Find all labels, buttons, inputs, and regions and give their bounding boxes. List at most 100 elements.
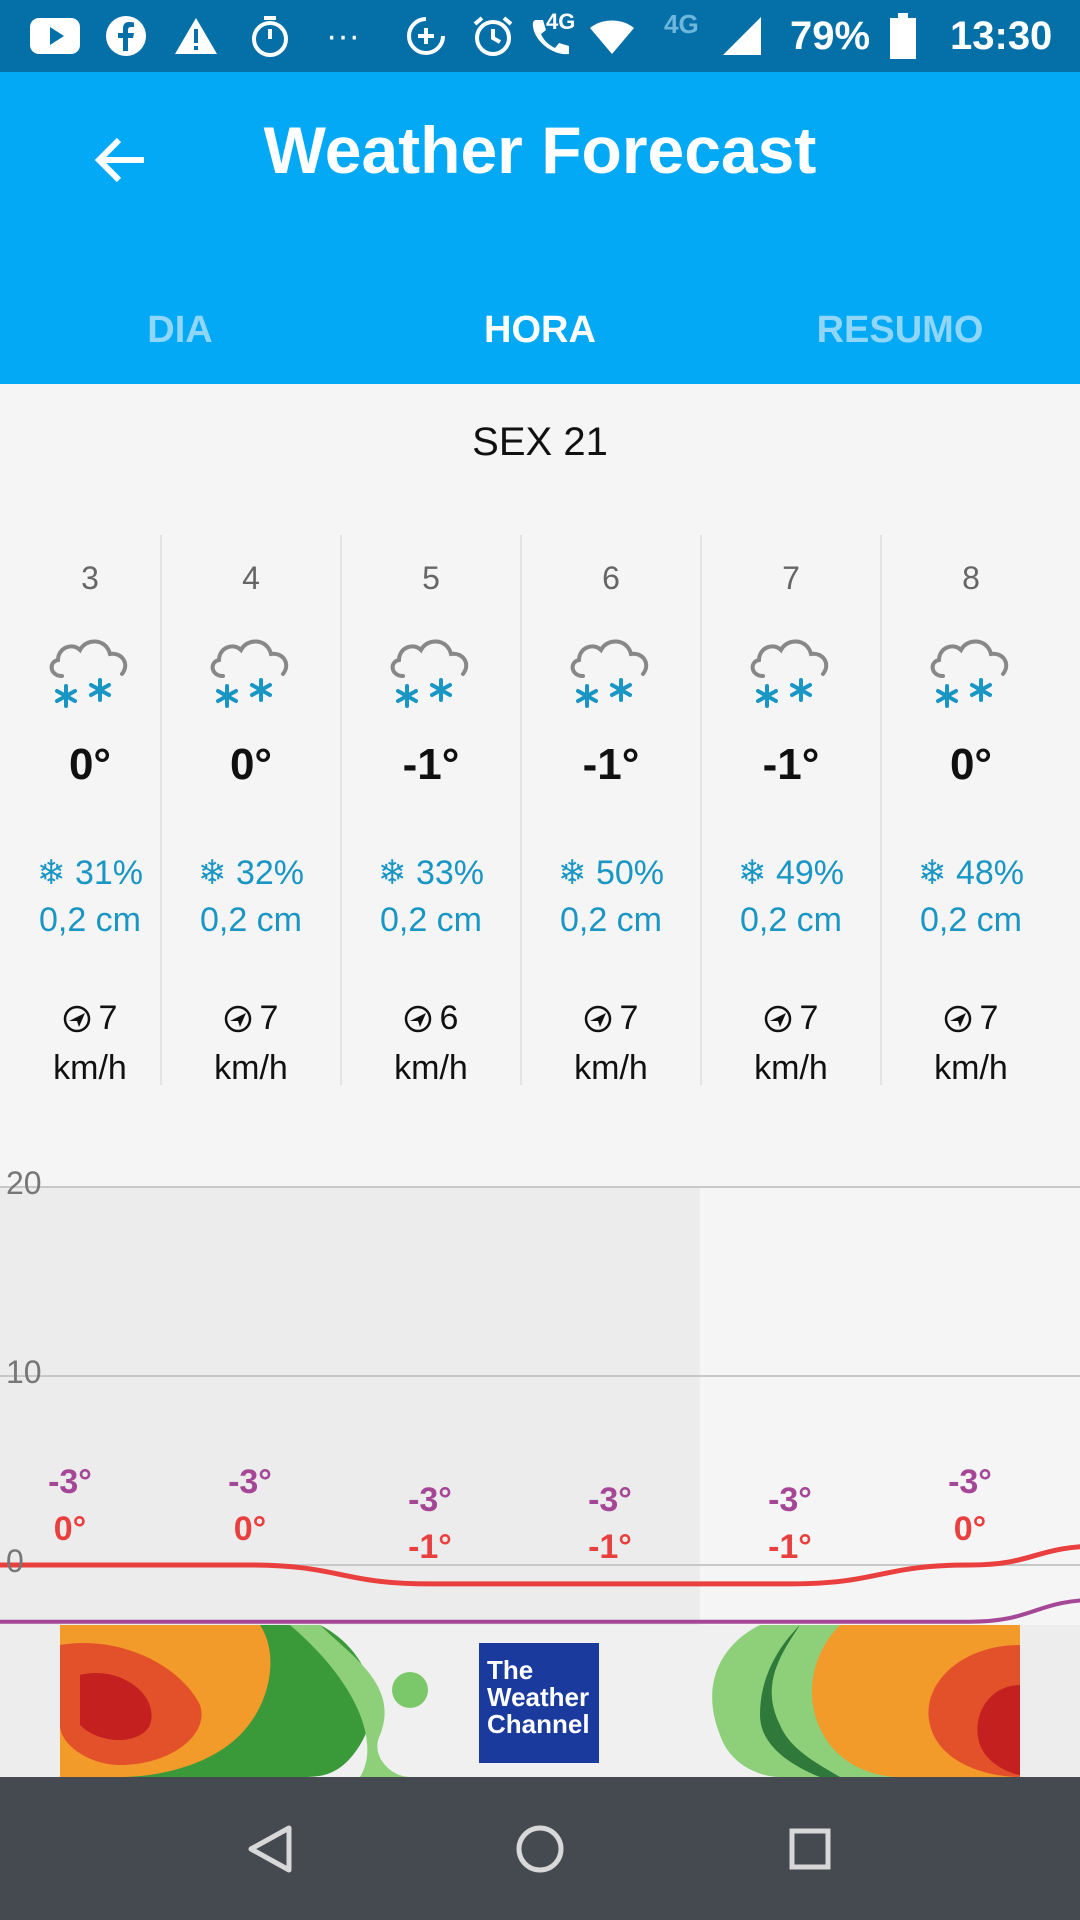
wind-unit: km/h [574,1049,648,1087]
triangle-back-icon [248,1825,292,1873]
status-bar: ··· 4G 4G 79% 13:30 [0,0,1080,72]
feels-like-label: -3° [408,1481,452,1519]
hour-label: 3 [81,560,99,596]
snow-cloud-icon [570,639,649,708]
snowflake-icon: ❄ [198,854,236,892]
circle-home-icon [516,1825,564,1873]
wind-speed: 7 [702,999,880,1038]
tab-dia[interactable]: DIA [0,282,360,378]
hour-column[interactable]: 5 -1° ❄ 33% 0,2 cm 6 km/h [340,535,520,1087]
stopwatch-icon [248,0,292,72]
alarm-icon [470,0,516,72]
y-tick-label: 20 [6,1165,42,1201]
snow-chance: ❄ 48% [918,854,1024,892]
more-notifications: ··· [326,17,360,55]
facebook-icon [104,0,148,72]
snow-amount: 0,2 cm [199,901,303,939]
wind-direction-icon [63,1005,90,1033]
tab-hora[interactable]: HORA [360,282,720,378]
wind-speed: 7 [0,999,180,1038]
wind-unit: km/h [214,1049,288,1087]
hour-column[interactable]: 7 -1° ❄ 49% 0,2 cm 7 km/h [700,535,880,1087]
snowflake-icon: ❄ [558,854,596,892]
temperature-label: 0° [953,1510,987,1548]
feels-like-label: -3° [48,1463,92,1501]
feels-like-label: -3° [588,1481,632,1519]
hourly-list[interactable]: 3 0° ❄ 31% 0,2 cm 7 km/h 4 0° ❄ 32% 0,2 … [0,535,1080,1095]
hour-label: 7 [782,560,800,596]
wind-speed: 7 [162,999,340,1038]
snow-chance: ❄ 50% [558,854,664,892]
temperature: -1° [402,740,460,789]
snow-chance: ❄ 49% [738,854,844,892]
hour-column[interactable]: 3 0° ❄ 31% 0,2 cm 7 km/h [0,535,180,1087]
wind-speed: 7 [882,999,1060,1038]
volte-label: 4G [546,9,576,34]
temperature: 0° [229,740,273,789]
nav-back-button[interactable] [230,1809,310,1889]
snow-amount: 0,2 cm [38,901,142,939]
temperature: 0° [68,740,112,789]
snow-amount: 0,2 cm [919,901,1023,939]
hour-label: 4 [242,560,260,596]
wind-speed: 7 [522,999,700,1038]
page-title: Weather Forecast [263,113,817,187]
hour-column[interactable]: 8 0° ❄ 48% 0,2 cm 7 km/h [880,535,1060,1087]
youtube-icon [28,0,82,72]
feels-like-label: -3° [768,1481,812,1519]
wifi-icon [588,0,636,72]
hour-label: 8 [962,560,980,596]
snow-amount: 0,2 cm [559,901,663,939]
weather-channel-logo[interactable]: The Weather Channel [479,1643,599,1763]
nav-home-button[interactable] [500,1809,580,1889]
snowflake-icon: ❄ [378,854,416,892]
wind-unit: km/h [754,1049,828,1087]
battery-icon [888,0,918,72]
temperature-label: -1° [768,1528,812,1566]
snow-cloud-icon [210,639,289,708]
feels-like-label: -3° [948,1463,992,1501]
ad-banner[interactable]: The Weather Channel [0,1625,1080,1777]
hour-column[interactable]: 6 -1° ❄ 50% 0,2 cm 7 km/h [520,535,700,1087]
temperature-label: -1° [408,1528,452,1566]
snow-chance: ❄ 32% [198,854,304,892]
navigation-bar [0,1777,1080,1920]
hour-column[interactable]: 4 0° ❄ 32% 0,2 cm 7 km/h [160,535,340,1087]
snow-amount: 0,2 cm [379,901,483,939]
wind-direction-icon [584,1005,611,1033]
snowflake-icon: ❄ [37,854,75,892]
wind-direction-icon [404,1005,431,1033]
wind-direction-icon [224,1005,251,1033]
temperature: 0° [949,740,993,789]
chart-labels: 0 10 20 -3° 0° -3° 0° -3° -1° -3° -1° -3° -1° -3° 0° [0,1165,1080,1625]
temperature: -1° [582,740,640,789]
snowflake-icon: ❄ [738,854,776,892]
square-recents-icon [789,1828,831,1870]
snow-cloud-icon [49,639,128,708]
data-saver-icon [404,0,448,72]
temperature-label: -1° [588,1528,632,1566]
snow-cloud-icon [930,639,1009,708]
temperature-label: 0° [53,1510,87,1548]
snow-cloud-icon [390,639,469,708]
app-bar: Weather Forecast DIA HORA RESUMO [0,72,1080,384]
wind-unit: km/h [53,1049,127,1087]
snow-cloud-icon [750,639,829,708]
temperature-label: 0° [233,1510,267,1548]
wind-direction-icon [764,1005,791,1033]
hour-label: 5 [422,560,440,596]
hour-label: 6 [602,560,620,596]
snowflake-icon: ❄ [918,854,956,892]
nav-recents-button[interactable] [770,1809,850,1889]
tab-resumo[interactable]: RESUMO [720,282,1080,378]
battery-percent: 79% [790,14,871,58]
snow-chance: ❄ 33% [378,854,484,892]
y-tick-label: 10 [6,1354,42,1390]
snow-chance: ❄ 31% [37,854,143,892]
temperature: -1° [762,740,820,789]
network-type-label: 4G [664,9,699,39]
wind-speed: 6 [342,999,520,1038]
snow-amount: 0,2 cm [739,901,843,939]
wind-unit: km/h [394,1049,468,1087]
wind-direction-icon [944,1005,971,1033]
